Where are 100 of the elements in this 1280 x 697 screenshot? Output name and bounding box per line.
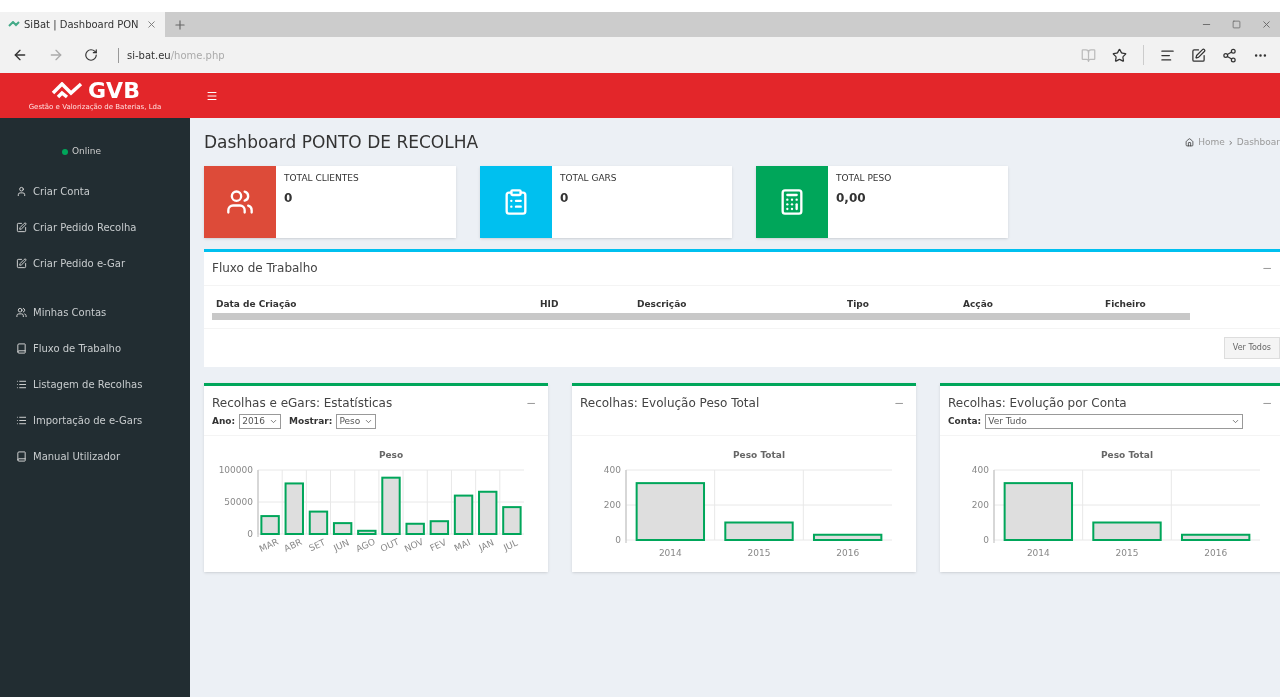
axis-category-label: MAR	[257, 536, 281, 555]
column-header[interactable]: Descrição	[633, 297, 843, 311]
info-box-value: 0	[284, 190, 294, 207]
chart-title: Peso Total	[1101, 450, 1153, 460]
share-icon[interactable]	[1222, 47, 1237, 63]
status-text: Online	[72, 145, 102, 158]
axis-tick-label: 0	[247, 529, 253, 539]
back-icon[interactable]	[12, 47, 28, 63]
menu-item-icon	[16, 258, 27, 269]
column-header[interactable]: Ficheiro	[1101, 297, 1221, 311]
column-header[interactable]: Acção	[959, 297, 1101, 311]
chart-bar	[332, 522, 353, 535]
filter-label: Ano:	[212, 414, 236, 428]
close-icon[interactable]	[146, 19, 157, 30]
sidebar-item[interactable]: Criar Pedido Recolha	[0, 209, 190, 246]
axis-tick-label: 0	[615, 535, 621, 545]
axis-category-label: SET	[307, 537, 327, 554]
sidebar-item[interactable]: Manual Utilizador	[0, 438, 190, 475]
view-all-button[interactable]: Ver Todos	[1223, 337, 1280, 359]
menu-item-icon	[16, 186, 27, 197]
hub-icon[interactable]	[1160, 47, 1175, 63]
chart-title: Peso	[378, 450, 404, 460]
chart-bar	[260, 515, 280, 535]
horizontal-scrollbar[interactable]	[212, 313, 1190, 320]
chart-bar	[284, 482, 304, 535]
chart-bar	[405, 522, 425, 535]
sidebar-item[interactable]: Listagem de Recolhas	[0, 366, 190, 403]
filter-label: Conta:	[948, 414, 982, 428]
axis-category-label: 2015	[1115, 548, 1139, 558]
info-box-value: 0	[560, 190, 570, 207]
axis-tick-label: 100000	[218, 465, 253, 475]
axis-category-label: JAN	[477, 537, 496, 554]
sidebar-item[interactable]: Criar Conta	[0, 173, 190, 210]
chart-bar	[357, 529, 377, 535]
note-icon[interactable]	[1191, 47, 1206, 63]
close-icon[interactable]	[1261, 19, 1272, 30]
dropdown-icon	[1231, 417, 1241, 426]
axis-tick-label: 200	[971, 500, 989, 510]
sidebar-item[interactable]: Criar Pedido e-Gar	[0, 245, 190, 282]
menu-item-icon	[16, 379, 27, 390]
menu-item-icon	[16, 415, 27, 426]
axis-category-label: 2016	[836, 548, 860, 558]
select-field[interactable]: 2016	[239, 414, 282, 429]
menu-item-icon	[16, 222, 27, 233]
menu-item-icon	[16, 307, 27, 318]
chart-bar	[381, 476, 401, 535]
logo-text: GVB	[88, 80, 140, 102]
dropdown-icon	[364, 417, 374, 426]
axis-category-label: NOV	[402, 536, 425, 554]
panel-title: Recolhas e eGars: Estatísticas	[212, 395, 393, 412]
sidebar-item[interactable]: Minhas Contas	[0, 294, 190, 331]
sidebar-item[interactable]: Importação de e-Gars	[0, 402, 190, 439]
refresh-icon[interactable]	[84, 48, 98, 62]
info-box-label: TOTAL PESO	[836, 171, 892, 185]
select-field[interactable]: Ver Tudo	[985, 414, 1244, 429]
browser-tab[interactable]: SiBat | Dashboard PON	[0, 12, 165, 37]
page-title: Dashboard PONTO DE RECOLHA	[204, 131, 479, 154]
axis-category-label: JUN	[332, 537, 351, 554]
info-box-icon	[226, 187, 254, 216]
address-bar[interactable]: si-bat.eu/home.php	[118, 47, 225, 63]
column-header[interactable]: Data de Criação	[216, 297, 536, 311]
axis-category-label: 2014	[658, 548, 682, 558]
chart-title: Peso Total	[733, 450, 785, 460]
menu-icon[interactable]	[206, 89, 218, 102]
axis-tick-label: 400	[603, 465, 621, 475]
axis-category-label: JUL	[502, 537, 520, 553]
menu-item-icon	[16, 343, 27, 354]
info-box-label: TOTAL CLIENTES	[284, 171, 359, 185]
dropdown-icon	[269, 417, 279, 426]
info-box-value: 0,00	[836, 190, 867, 207]
panel-title: Fluxo de Trabalho	[212, 260, 318, 277]
panel-title: Recolhas: Evolução por Conta	[948, 395, 1127, 412]
axis-category-label: 2014	[1026, 548, 1050, 558]
tab-title: SiBat | Dashboard PON	[24, 18, 139, 32]
chart-bar	[478, 490, 498, 535]
axis-category-label: OUT	[378, 536, 401, 554]
axis-category-label: AGO	[354, 536, 377, 555]
axis-tick-label: 0	[983, 535, 989, 545]
breadcrumb-item: Dashboar	[1236, 136, 1280, 149]
select-field[interactable]: Peso	[336, 414, 377, 429]
axis-category-label: 2016	[1204, 548, 1228, 558]
column-header[interactable]: HID	[536, 297, 633, 311]
column-header[interactable]: Tipo	[843, 297, 959, 311]
menu-item-icon	[16, 451, 27, 462]
panel-title: Recolhas: Evolução Peso Total	[580, 395, 760, 412]
chart-bar	[429, 520, 450, 535]
axis-category-label: MAI	[452, 537, 472, 554]
logo-icon	[50, 82, 85, 100]
chart-bar	[308, 510, 329, 535]
chart-bar	[502, 506, 522, 535]
info-box-label: TOTAL GARS	[560, 171, 617, 185]
axis-category-label: ABR	[282, 536, 304, 554]
favorite-icon[interactable]	[1112, 47, 1127, 63]
axis-category-label: 2015	[747, 548, 771, 558]
axis-category-label: FEV	[428, 537, 448, 554]
sidebar-item[interactable]: Fluxo de Trabalho	[0, 330, 190, 367]
breadcrumb-separator: ›	[1228, 136, 1233, 151]
logo-icon	[8, 20, 20, 29]
home-icon	[1185, 138, 1195, 148]
axis-tick-label: 400	[971, 465, 989, 475]
